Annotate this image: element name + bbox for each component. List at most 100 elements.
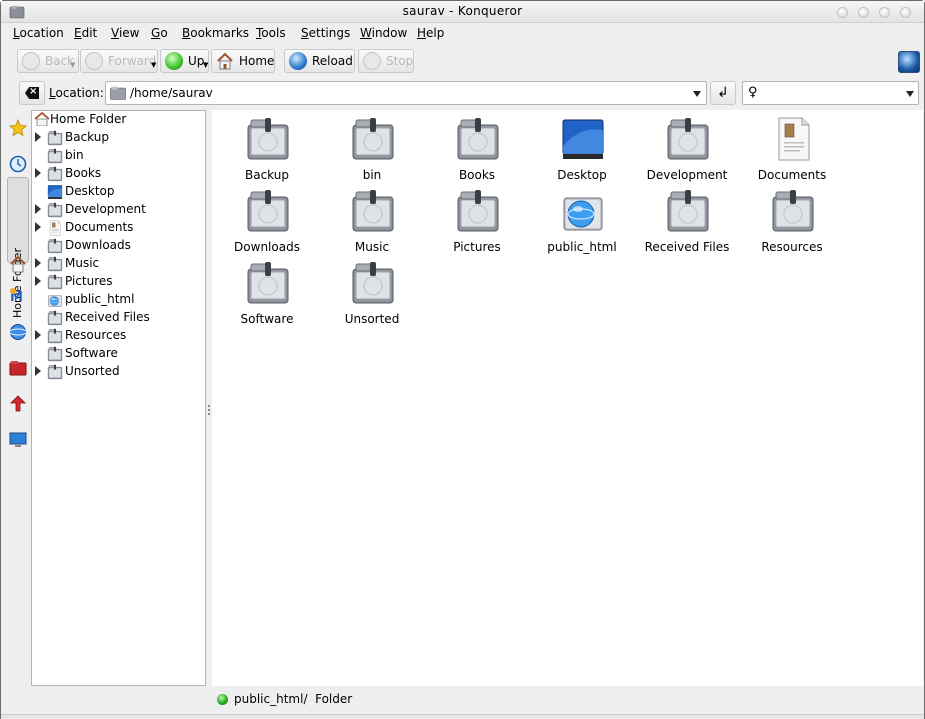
folder-icon — [47, 310, 63, 326]
expand-arrow-icon[interactable] — [35, 204, 41, 214]
tab-home-folder[interactable]: Home Folder — [7, 177, 29, 318]
tree-item-public-html[interactable]: public_html — [32, 291, 205, 309]
maximize-button[interactable] — [879, 7, 890, 18]
folder-icon — [110, 86, 126, 100]
folder-icon — [455, 116, 501, 162]
home-button[interactable]: Home — [211, 49, 275, 73]
up-button[interactable]: Up — [160, 49, 209, 73]
up-dropdown-arrow[interactable]: ▼ — [203, 61, 208, 69]
tree-item-software[interactable]: Software — [32, 345, 205, 363]
location-label: Location: — [49, 86, 104, 100]
tree-item-development[interactable]: Development — [32, 201, 205, 219]
tree-item-resources[interactable]: Resources — [32, 327, 205, 345]
file-item-bin[interactable]: bin — [320, 110, 424, 182]
menu-go[interactable]: Go — [151, 26, 168, 40]
enter-arrow-icon: ↲ — [717, 85, 729, 101]
bookmarks-icon[interactable] — [9, 119, 27, 137]
file-item-music[interactable]: Music — [320, 182, 424, 254]
services-icon[interactable] — [9, 395, 27, 413]
file-item-backup[interactable]: Backup — [215, 110, 319, 182]
close-button[interactable] — [900, 7, 911, 18]
web-folder-icon — [47, 292, 63, 307]
tree-item-bin[interactable]: bin — [32, 147, 205, 165]
file-item-pictures[interactable]: Pictures — [425, 182, 529, 254]
reload-button[interactable]: Reload — [284, 49, 355, 73]
file-item-downloads[interactable]: Downloads — [215, 182, 319, 254]
tree-item-music[interactable]: Music — [32, 255, 205, 273]
folder-icon — [47, 274, 63, 290]
location-value: /home/saurav — [130, 86, 213, 100]
network-icon[interactable] — [9, 323, 27, 341]
expand-arrow-icon[interactable] — [35, 366, 41, 376]
file-item-software[interactable]: Software — [215, 254, 319, 326]
tree-item-backup[interactable]: Backup — [32, 129, 205, 147]
menu-bookmarks[interactable]: Bookmarks — [182, 26, 249, 40]
folder-icon — [455, 188, 501, 234]
help-window-button[interactable] — [837, 7, 848, 18]
desktop-folder-icon — [47, 184, 63, 199]
media-icon[interactable]: M — [9, 287, 27, 305]
tree-item-received-files[interactable]: Received Files — [32, 309, 205, 327]
folder-icon — [47, 238, 63, 254]
desktop-folder-icon — [560, 116, 606, 162]
home-icon — [217, 52, 233, 70]
root-folder-icon[interactable] — [9, 359, 27, 377]
menu-settings[interactable]: Settings — [301, 26, 350, 40]
expand-arrow-icon[interactable] — [35, 276, 41, 286]
forward-button[interactable]: Forward — [80, 49, 158, 73]
file-item-unsorted[interactable]: Unsorted — [320, 254, 424, 326]
file-item-desktop[interactable]: Desktop — [530, 110, 634, 182]
expand-arrow-icon[interactable] — [35, 330, 41, 340]
file-item-books[interactable]: Books — [425, 110, 529, 182]
location-input[interactable]: /home/saurav — [105, 81, 707, 105]
file-icon-view[interactable]: Backup bin Books Desktop Development Document… — [212, 110, 923, 686]
file-item-received-files[interactable]: Received Files — [635, 182, 739, 254]
main-toolbar: Back ▼ Forward ▼ Up ▼ Home Reload Stop — [1, 45, 924, 77]
folder-icon — [47, 148, 63, 164]
tree-item-documents[interactable]: Documents — [32, 219, 205, 237]
file-item-documents[interactable]: Documents — [740, 110, 844, 182]
minimize-button[interactable] — [858, 7, 869, 18]
tree-item-unsorted[interactable]: Unsorted — [32, 363, 205, 381]
menu-window[interactable]: Window — [360, 26, 407, 40]
home-folder-icon[interactable] — [9, 255, 27, 273]
search-provider-icon: ♀ — [748, 85, 758, 100]
file-item-development[interactable]: Development — [635, 110, 739, 182]
reload-icon — [289, 52, 307, 70]
stop-button[interactable]: Stop — [358, 49, 414, 73]
expand-arrow-icon[interactable] — [35, 222, 41, 232]
expand-arrow-icon[interactable] — [35, 258, 41, 268]
menu-view[interactable]: View — [111, 26, 139, 40]
tree-item-pictures[interactable]: Pictures — [32, 273, 205, 291]
tree-item-desktop[interactable]: Desktop — [32, 183, 205, 201]
location-dropdown-arrow[interactable] — [693, 91, 701, 97]
menu-location[interactable]: Location — [13, 26, 64, 40]
tree-item-downloads[interactable]: Downloads — [32, 237, 205, 255]
search-dropdown-arrow[interactable] — [906, 91, 914, 97]
menu-help[interactable]: Help — [417, 26, 444, 40]
desktop-icon[interactable] — [9, 431, 27, 449]
forward-dropdown-arrow[interactable]: ▼ — [151, 61, 156, 69]
konqueror-globe-icon[interactable] — [898, 51, 920, 73]
file-item-public-html[interactable]: public_html — [530, 182, 634, 254]
file-item-resources[interactable]: Resources — [740, 182, 844, 254]
search-input[interactable]: ♀ — [742, 81, 919, 105]
folder-icon — [245, 260, 291, 306]
folder-icon — [47, 364, 63, 380]
expand-arrow-icon[interactable] — [35, 132, 41, 142]
tree-root-home-folder[interactable]: Home Folder — [32, 111, 205, 129]
tree-item-books[interactable]: Books — [32, 165, 205, 183]
menu-tools[interactable]: Tools — [256, 26, 286, 40]
folder-icon — [47, 130, 63, 146]
panel-splitter[interactable] — [207, 111, 211, 686]
clear-location-button[interactable]: × — [19, 81, 45, 105]
back-dropdown-arrow[interactable]: ▼ — [70, 61, 75, 69]
go-button[interactable]: ↲ — [710, 81, 736, 105]
expand-arrow-icon[interactable] — [35, 168, 41, 178]
menu-edit[interactable]: Edit — [74, 26, 97, 40]
window-bottom-edge[interactable] — [1, 714, 924, 719]
up-arrow-icon — [165, 52, 183, 70]
history-icon[interactable] — [9, 155, 27, 173]
folder-icon — [665, 116, 711, 162]
title-bar[interactable]: saurav - Konqueror — [1, 1, 924, 23]
